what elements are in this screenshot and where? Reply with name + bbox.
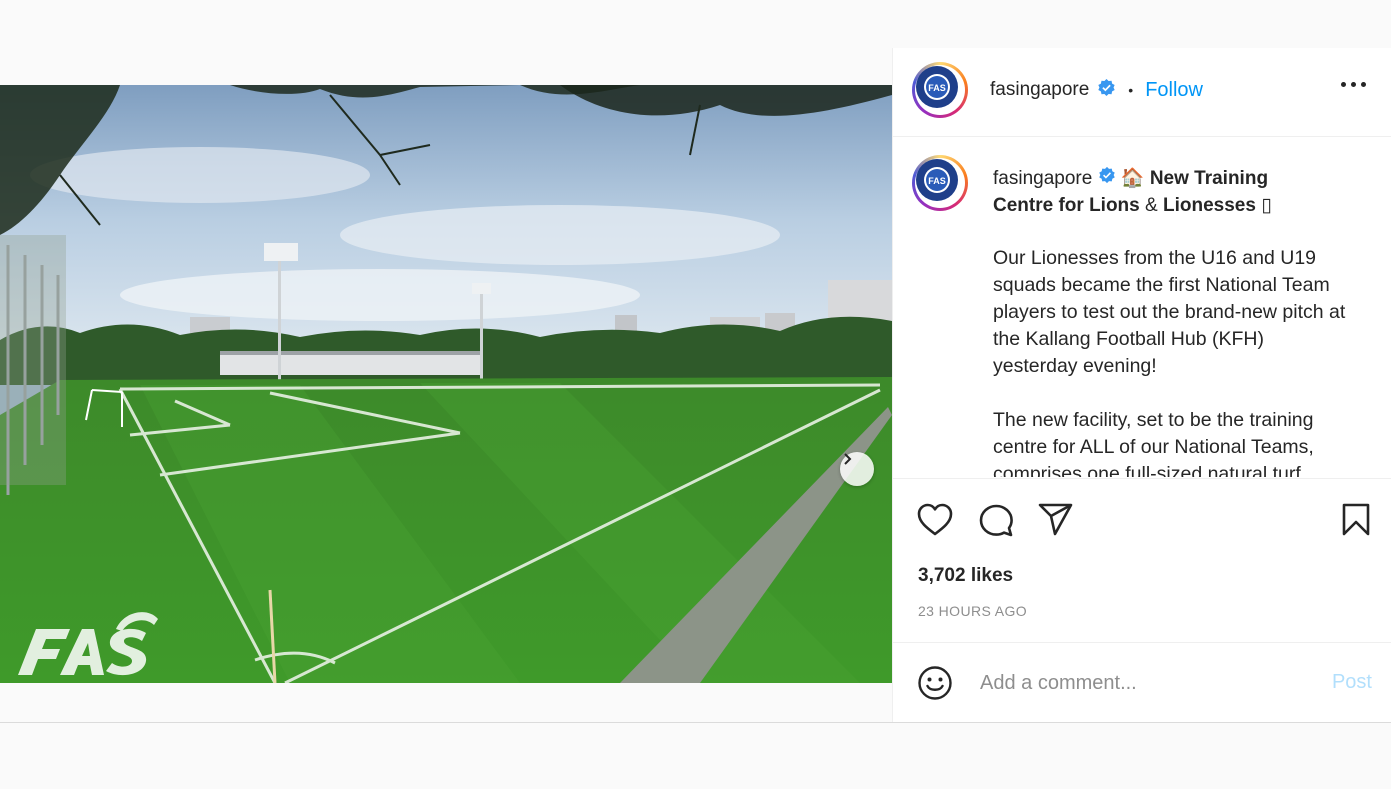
post-header: FAS fasingapore • Follow <box>893 48 1391 137</box>
svg-text:FAS: FAS <box>928 176 946 186</box>
post-actions: 3,702 likes 23 HOURS AGO <box>893 478 1391 643</box>
caption-title-part2: Lionesses <box>1162 195 1256 217</box>
verified-badge-icon <box>1097 78 1116 102</box>
more-options-icon[interactable] <box>1341 82 1366 87</box>
emoji-icon[interactable] <box>917 665 953 706</box>
caption-title-glyph: ▯ <box>1261 195 1272 217</box>
share-icon[interactable] <box>1038 503 1074 542</box>
comment-icon[interactable] <box>978 502 1014 543</box>
caption-avatar[interactable]: FAS <box>912 155 968 211</box>
avatar[interactable]: FAS <box>912 62 968 118</box>
caption-paragraph: The new facility, set to be the training… <box>993 409 1314 477</box>
caption-paragraph: Our Lionesses from the U16 and U19 squad… <box>993 247 1346 377</box>
house-emoji: 🏠 <box>1120 168 1145 189</box>
caption-body: Our Lionesses from the U16 and U19 squad… <box>993 245 1348 477</box>
svg-text:FAS: FAS <box>928 83 946 93</box>
post-details-panel: FAS fasingapore • Follow FAS fasingapore… <box>892 48 1391 722</box>
chevron-right-icon <box>844 453 852 465</box>
caption-title: fasingapore 🏠 New Training Centre for Li… <box>993 165 1323 219</box>
fas-logo-icon: FAS <box>916 66 958 108</box>
post-media[interactable] <box>0 85 892 683</box>
save-bookmark-icon[interactable] <box>1341 503 1371 542</box>
comment-bar: Post <box>893 642 1391 723</box>
carousel-next-button[interactable] <box>840 452 874 486</box>
fas-watermark-logo <box>8 607 158 677</box>
football-pitch-photo <box>0 85 892 683</box>
caption-title-amp: & <box>1145 195 1158 217</box>
comment-input[interactable] <box>978 665 1302 701</box>
header-username[interactable]: fasingapore <box>990 79 1089 101</box>
follow-button[interactable]: Follow <box>1145 79 1203 102</box>
separator-dot: • <box>1128 82 1134 98</box>
page-footer-band <box>0 722 1391 789</box>
likes-count[interactable]: 3,702 likes <box>918 565 1013 587</box>
post-timestamp[interactable]: 23 HOURS AGO <box>918 603 1027 619</box>
post-comment-button[interactable]: Post <box>1332 671 1372 694</box>
verified-badge-icon <box>1098 165 1116 192</box>
caption-area: FAS fasingapore 🏠 New Training Centre fo… <box>893 137 1391 477</box>
like-icon[interactable] <box>917 503 953 542</box>
caption-username[interactable]: fasingapore <box>993 168 1092 189</box>
fas-logo-icon: FAS <box>916 159 958 201</box>
